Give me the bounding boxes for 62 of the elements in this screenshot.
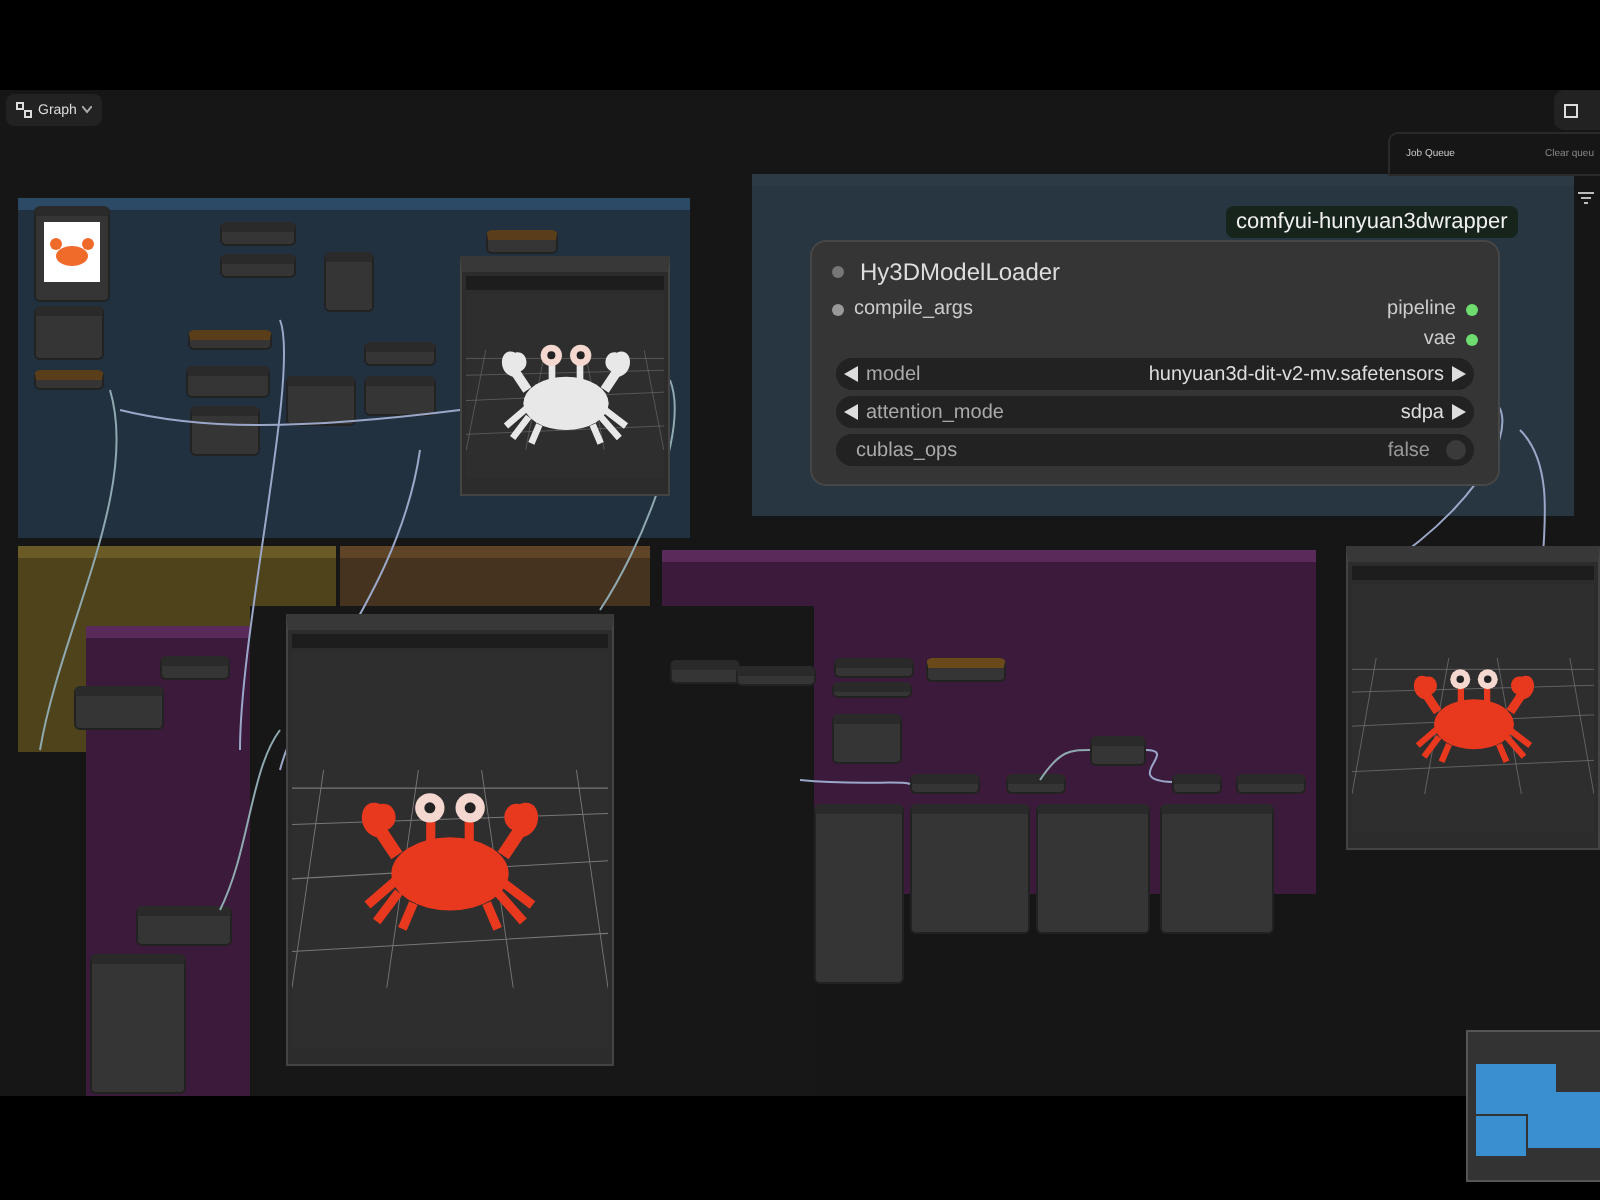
graph-node[interactable] [286,376,356,426]
chevron-down-icon [82,106,93,114]
left-arrow-icon[interactable] [844,404,858,420]
graph-node[interactable] [736,666,816,686]
graph-node[interactable] [34,370,104,390]
graph-node[interactable] [1036,804,1150,934]
toggle-knob[interactable] [1446,440,1466,460]
graph-node[interactable] [1160,804,1274,934]
output-slot[interactable]: vae [1423,328,1478,350]
graph-node[interactable] [188,330,272,350]
graph-node[interactable] [1236,774,1306,794]
graph-node[interactable] [1006,774,1066,794]
graph-node[interactable] [160,656,230,680]
3d-viewer-panel[interactable] [460,256,670,496]
graph-node[interactable] [190,406,260,456]
crab-thumbnail-drawing [44,222,100,282]
graph-node[interactable] [910,774,980,794]
filter-icon[interactable] [1578,192,1594,204]
graph-node[interactable] [220,254,296,278]
graph-node[interactable] [1172,774,1222,794]
graph-node[interactable] [364,376,436,416]
graph-node[interactable] [220,222,296,246]
graph-node[interactable] [834,658,914,678]
extensions-button[interactable] [1554,90,1600,130]
graph-node[interactable] [910,804,1030,934]
output-dot-icon[interactable] [1466,303,1478,315]
combo-widget[interactable]: attention_mode sdpa [836,396,1474,428]
node-source-badge: comfyui-hunyuan3dwrapper [1226,206,1518,238]
widget-label: attention_mode [866,401,1004,423]
graph-node[interactable] [1090,736,1146,766]
graph-icon [16,102,32,118]
graph-node[interactable] [34,306,104,360]
right-arrow-icon[interactable] [1452,404,1466,420]
image-node[interactable] [34,206,110,302]
graph-node[interactable] [832,714,902,764]
widget-value: hunyuan3d-dit-v2-mv.safetensors [1148,363,1444,385]
widget-label: cublas_ops [856,439,958,461]
graph-node[interactable] [90,954,186,1094]
node-title: Hy3DModelLoader [860,258,1061,286]
collapse-dot-icon[interactable] [832,266,844,278]
graph-node[interactable] [186,366,270,398]
output-dot-icon[interactable] [1466,333,1478,345]
widget-label: model [866,363,921,385]
graph-node[interactable] [486,230,558,254]
graph-node[interactable] [670,660,740,684]
toggle-widget[interactable]: cublas_ops false [836,434,1474,466]
graph-node[interactable] [364,342,436,366]
input-slot[interactable]: compile_args [832,298,973,320]
graph-node[interactable] [814,804,904,984]
left-arrow-icon[interactable] [844,366,858,382]
output-slot[interactable]: pipeline [1387,298,1478,320]
graph-node[interactable] [926,658,1006,682]
graph-node[interactable] [832,682,912,698]
graph-node[interactable] [136,906,232,946]
graph-node[interactable] [324,252,374,312]
widget-value: false [1387,439,1430,461]
graph-node[interactable] [74,686,164,730]
input-dot-icon[interactable] [832,303,844,315]
right-arrow-icon[interactable] [1452,366,1466,382]
combo-widget[interactable]: model hunyuan3d-dit-v2-mv.safetensors [836,358,1474,390]
widget-value: sdpa [1400,401,1444,423]
model-loader-node[interactable]: Hy3DModelLoader compile_args pipeline vae model hunyuan3d-dit-v2-mv.safetensors attention_mode sdpa cublas_ops false [810,240,1500,486]
